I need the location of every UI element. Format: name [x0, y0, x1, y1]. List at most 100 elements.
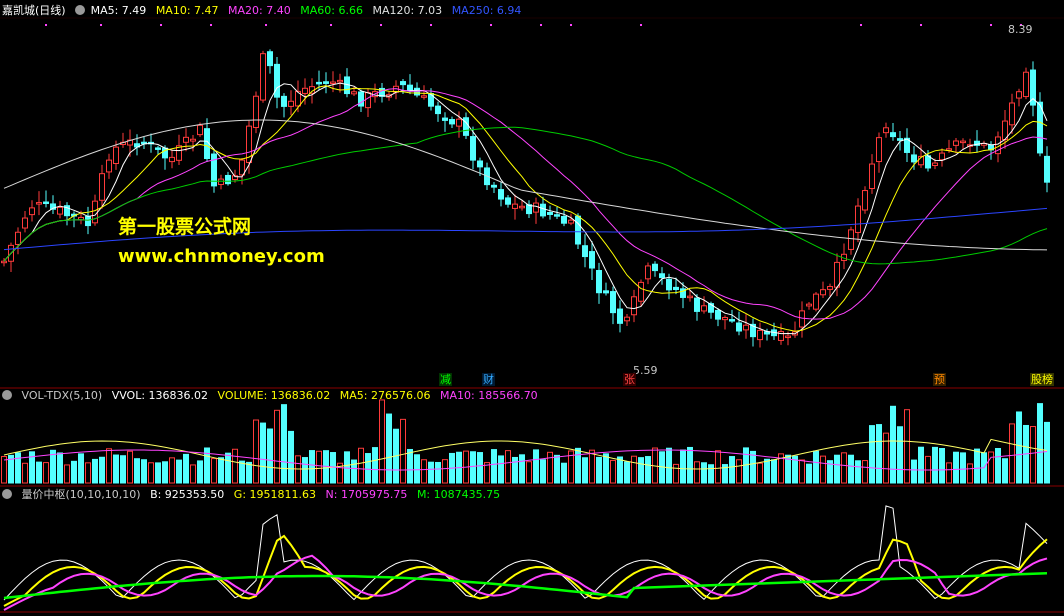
volume-bar [687, 446, 693, 484]
candle-body [673, 286, 679, 291]
volume-bar [995, 448, 1001, 484]
candle-body [85, 215, 91, 227]
volume-bar [841, 452, 847, 484]
volume-bar [169, 457, 175, 484]
candle-body [862, 190, 868, 211]
volume-bar [764, 458, 770, 484]
ma250-label: MA250: 6.94 [451, 4, 522, 17]
settings-dot-icon[interactable] [2, 489, 12, 499]
ind-g-line [3, 534, 1048, 607]
low-price-label: 5.59 [633, 364, 658, 377]
volume-bar [239, 460, 245, 484]
candle-body [512, 203, 518, 209]
volume-bar [155, 462, 161, 484]
volume-bar [1, 456, 7, 484]
candle-body [561, 216, 567, 224]
candle-body [911, 154, 917, 163]
volume-bar [750, 450, 756, 484]
stock-title: 嘉凯城(日线) [2, 4, 66, 17]
volume-bar [22, 462, 28, 484]
candle-body [29, 207, 35, 216]
volume-bar [876, 424, 882, 484]
stock-chart[interactable]: 嘉凯城(日线) MA5: 7.49 MA10: 7.47 MA20: 7.40 … [0, 0, 1064, 616]
volume-bar [281, 404, 287, 484]
volume-bar [897, 426, 903, 484]
volume-bar [680, 449, 686, 484]
candle-body [547, 211, 553, 215]
candle-body [939, 152, 945, 161]
volume-bar [113, 454, 119, 484]
event-tag-limit-up[interactable]: 张 [623, 373, 636, 386]
volume-bar [533, 449, 539, 484]
volume-bar [407, 448, 413, 484]
candle-body [57, 206, 63, 215]
signal-dot [45, 24, 47, 26]
signal-dot [330, 24, 332, 26]
candle-body [582, 245, 588, 258]
volume-bar [1016, 411, 1022, 484]
volume-bar [253, 419, 259, 484]
volume-bar [120, 455, 126, 484]
event-tag-reduce[interactable]: 减 [439, 373, 452, 386]
candle-body [281, 95, 287, 107]
volume-bar [379, 399, 385, 484]
candle-body [1009, 102, 1015, 126]
volume-bar [960, 452, 966, 484]
volume-bar [232, 448, 238, 484]
signal-dot [640, 24, 642, 26]
candle-body [477, 160, 483, 168]
volume-bar [610, 459, 616, 484]
volume-bar [946, 462, 952, 484]
indicator-header: 量价中枢(10,10,10,10) B: 925353.50 G: 195181… [2, 486, 506, 504]
event-tag-finance[interactable]: 财 [482, 373, 495, 386]
candle-body [715, 309, 721, 320]
signal-dot [380, 24, 382, 26]
settings-dot-icon[interactable] [75, 5, 86, 15]
candle-body [302, 87, 308, 94]
volume-bar [1009, 423, 1015, 484]
volume-bar [848, 454, 854, 484]
volume-bar [470, 451, 476, 484]
candle-body [960, 140, 966, 144]
candle-body [463, 117, 469, 136]
volume-bar [820, 455, 826, 484]
candle-body [638, 281, 644, 302]
volume-bar [806, 463, 812, 484]
ma5-label: MA5: 7.49 [90, 4, 147, 17]
signal-dot [210, 24, 212, 26]
volume-bar [267, 428, 273, 484]
settings-dot-icon[interactable] [2, 390, 12, 400]
volume-bar [190, 464, 196, 484]
watermark-url: www.chnmoney.com [118, 246, 325, 267]
volume-bar [967, 463, 973, 484]
volume-bar [603, 453, 609, 484]
candle-body [155, 147, 161, 150]
main-header: 嘉凯城(日线) MA5: 7.49 MA10: 7.47 MA20: 7.40 … [2, 2, 527, 20]
volume-bar [638, 457, 644, 484]
candle-body [43, 201, 49, 205]
volume-bar [911, 459, 917, 484]
signal-dot [540, 24, 542, 26]
volume-bar [904, 409, 910, 484]
ma10-label: MA10: 7.47 [155, 4, 219, 17]
candle-body [267, 51, 273, 67]
volume-bar [78, 453, 84, 484]
chart-canvas[interactable] [0, 0, 1064, 616]
candle-body [575, 215, 581, 245]
candle-body [554, 214, 560, 217]
signal-dot [160, 24, 162, 26]
volume-bar [148, 462, 154, 484]
event-tag-rank[interactable]: 股榜 [1030, 373, 1054, 386]
candle-body [442, 117, 448, 121]
candle-body [610, 291, 616, 314]
candle-body [218, 178, 224, 185]
volume-bar [729, 456, 735, 484]
volume-label: VOLUME: 136836.02 [217, 389, 331, 402]
candle-body [806, 303, 812, 307]
volume-bar [176, 459, 182, 484]
event-tag-forecast[interactable]: 预 [933, 373, 946, 386]
volume-bar [36, 461, 42, 484]
candle-body [540, 203, 546, 217]
volume-bar [428, 461, 434, 484]
volume-bar [757, 462, 763, 484]
